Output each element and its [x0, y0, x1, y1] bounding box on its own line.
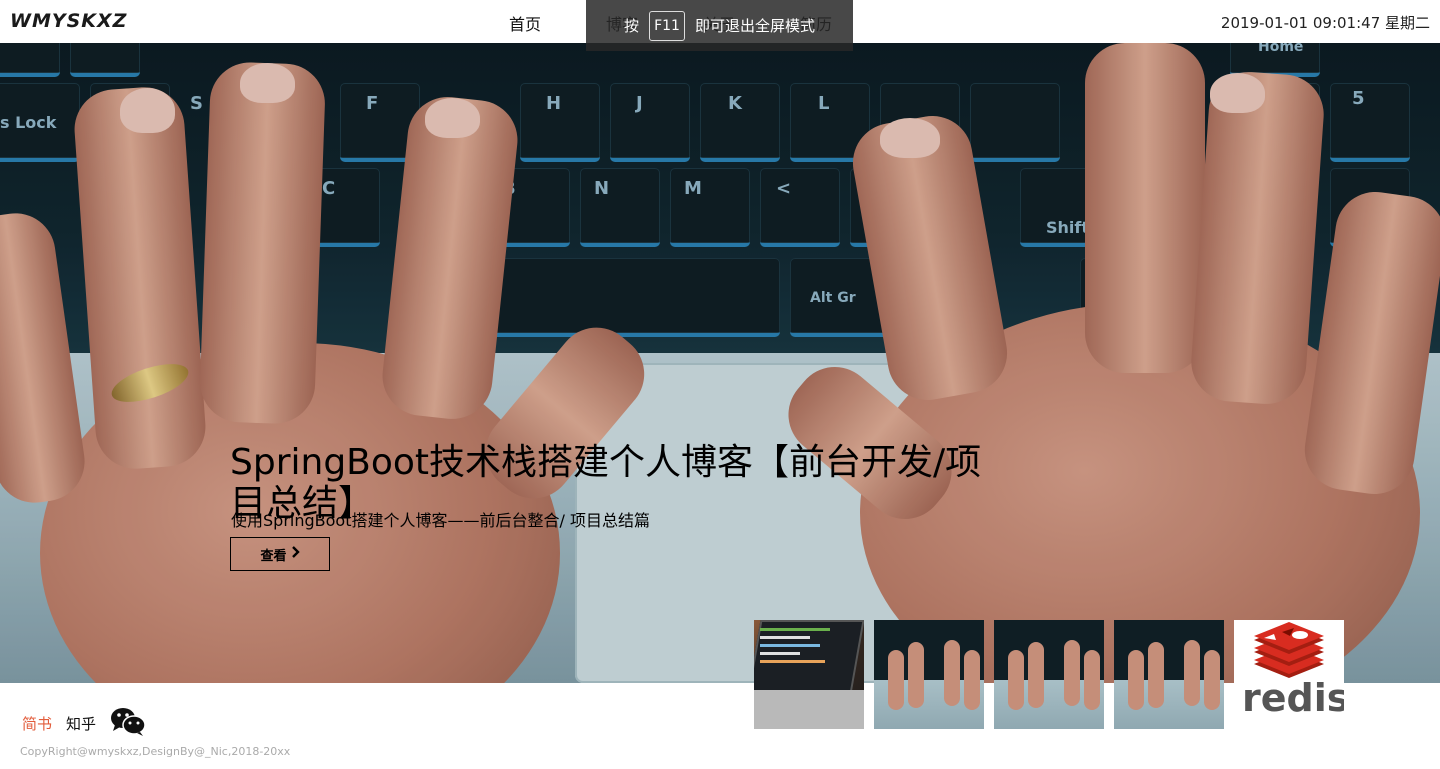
zhihu-link[interactable]: 知乎 — [66, 713, 96, 734]
toast-prefix: 按 — [624, 17, 640, 35]
view-button-label: 查看 — [260, 548, 287, 564]
view-post-button[interactable]: 查看 — [230, 537, 330, 571]
site-logo[interactable]: WMYSKXZ — [10, 10, 127, 32]
post-subtitle: 使用SpringBoot搭建个人博客——前后台整合/ 项目总结篇 — [231, 511, 650, 530]
copyright-text: CopyRight@wmyskxz,DesignBy@_Nic,2018-20x… — [20, 745, 291, 758]
datetime-display: 2019-01-01 09:01:47 星期二 — [1220, 14, 1430, 32]
jianshu-link[interactable]: 简书 — [22, 713, 52, 734]
thumbnail-hands-1[interactable] — [874, 620, 984, 729]
social-links: 简书 知乎 — [22, 706, 146, 740]
fullscreen-exit-toast: 按 F11 即可退出全屏模式 — [586, 0, 853, 51]
hero-banner: Home s Lock A S F H J K L 4 5 C B N M < — [0, 43, 1440, 683]
thumbnail-laptop-code[interactable] — [754, 620, 864, 729]
nav-home[interactable]: 首页 — [493, 11, 590, 35]
thumbnail-hands-3[interactable] — [1114, 620, 1224, 729]
toast-suffix: 即可退出全屏模式 — [694, 17, 815, 35]
f11-key: F11 — [649, 10, 685, 41]
wechat-icon[interactable] — [110, 706, 146, 740]
slide-thumbnails: redis — [754, 620, 1344, 729]
chevron-right-icon — [291, 546, 300, 562]
thumbnail-redis[interactable]: redis — [1234, 620, 1344, 729]
redis-wordmark: redis — [1242, 676, 1344, 720]
thumbnail-hands-2[interactable] — [994, 620, 1104, 729]
